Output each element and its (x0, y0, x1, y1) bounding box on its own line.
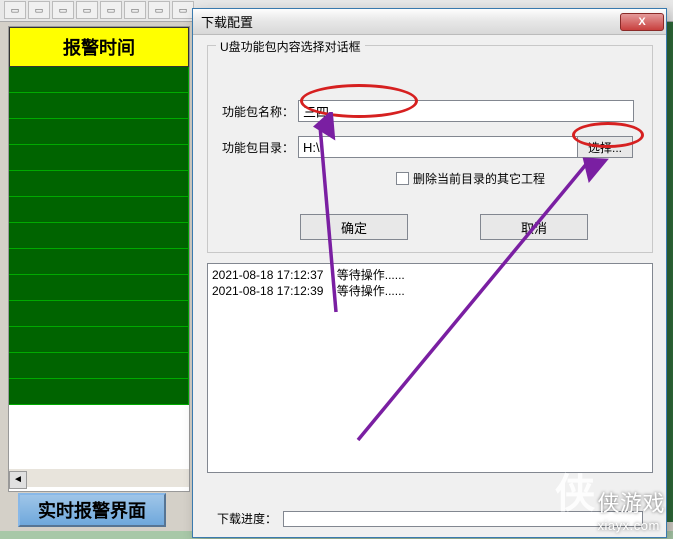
table-row (9, 301, 189, 327)
table-row (9, 197, 189, 223)
progress-label: 下载进度： (217, 510, 277, 527)
package-dir-label: 功能包目录： (222, 139, 298, 156)
table-row (9, 249, 189, 275)
toolbar-button[interactable]: ▭ (100, 1, 122, 19)
log-line: 2021-08-18 17:12:39 等待操作...... (212, 284, 405, 298)
package-dir-input[interactable] (298, 136, 578, 158)
table-row (9, 275, 189, 301)
usb-package-group: U盘功能包内容选择对话框 功能包名称： 功能包目录： 选择... 删除当前目录的… (207, 45, 653, 253)
group-title: U盘功能包内容选择对话框 (216, 38, 365, 55)
log-line: 2021-08-18 17:12:37 等待操作...... (212, 268, 405, 282)
toolbar-button[interactable]: ▭ (76, 1, 98, 19)
toolbar-button[interactable]: ▭ (148, 1, 170, 19)
table-row (9, 119, 189, 145)
table-row (9, 171, 189, 197)
alarm-panel: 报警时间 (8, 26, 190, 492)
table-row (9, 353, 189, 379)
delete-others-label: 删除当前目录的其它工程 (413, 170, 545, 187)
table-row (9, 93, 189, 119)
package-dir-row: 功能包目录： 选择... (222, 136, 633, 158)
close-icon[interactable]: X (620, 13, 664, 31)
checkbox-icon[interactable] (396, 172, 409, 185)
table-row (9, 145, 189, 171)
alarm-header: 报警时间 (9, 27, 189, 67)
realtime-alarm-button[interactable]: 实时报警界面 (18, 493, 166, 527)
toolbar-button[interactable]: ▭ (52, 1, 74, 19)
table-row (9, 327, 189, 353)
toolbar-button[interactable]: ▭ (124, 1, 146, 19)
table-row (9, 223, 189, 249)
cancel-button[interactable]: 取消 (480, 214, 588, 240)
toolbar-button[interactable]: ▭ (172, 1, 194, 19)
svg-text:侠: 侠 (555, 472, 596, 516)
delete-others-row[interactable]: 删除当前目录的其它工程 (396, 170, 545, 187)
table-row (9, 379, 189, 405)
watermark-text: 侠游戏 xiayx.com (597, 486, 665, 533)
table-row (9, 67, 189, 93)
toolbar-button[interactable]: ▭ (4, 1, 26, 19)
package-name-label: 功能包名称： (222, 103, 298, 120)
package-name-input[interactable] (298, 100, 634, 122)
ok-button[interactable]: 确定 (300, 214, 408, 240)
scroll-left-icon[interactable]: ◄ (9, 471, 27, 489)
horizontal-scrollbar[interactable]: ◄ (9, 469, 189, 487)
download-config-dialog: 下载配置 X U盘功能包内容选择对话框 功能包名称： 功能包目录： 选择... … (192, 8, 667, 538)
package-name-row: 功能包名称： (222, 100, 634, 122)
log-textarea[interactable]: 2021-08-18 17:12:37 等待操作...... 2021-08-1… (207, 263, 653, 473)
browse-button[interactable]: 选择... (577, 136, 633, 158)
toolbar-button[interactable]: ▭ (28, 1, 50, 19)
dialog-title: 下载配置 (201, 12, 620, 31)
alarm-table (9, 67, 189, 405)
dialog-titlebar[interactable]: 下载配置 X (193, 9, 666, 35)
